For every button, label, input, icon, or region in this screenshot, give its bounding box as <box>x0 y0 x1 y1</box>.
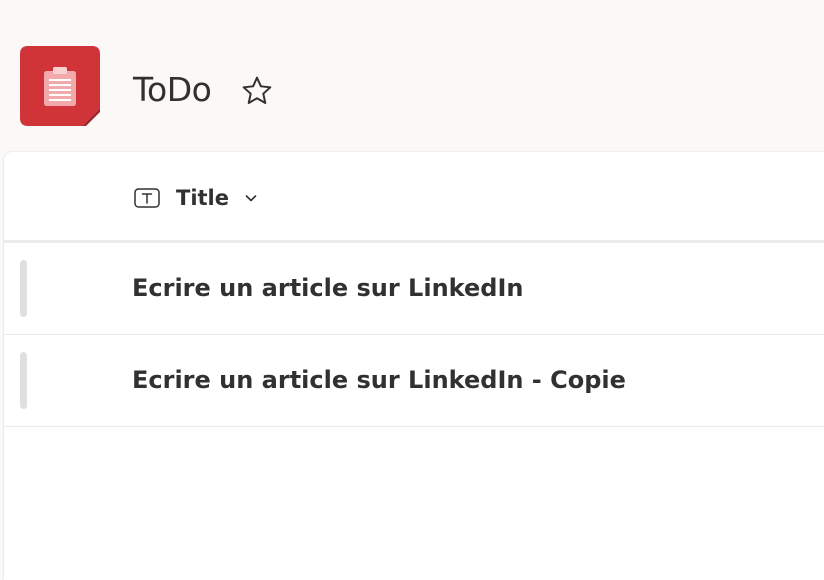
text-type-icon <box>134 188 160 208</box>
row-selection-handle[interactable] <box>20 352 27 409</box>
favorite-button[interactable] <box>238 72 276 110</box>
list-row[interactable]: Ecrire un article sur LinkedIn - Copie <box>4 335 824 427</box>
clipboard-list-icon <box>20 46 100 126</box>
row-title[interactable]: Ecrire un article sur LinkedIn <box>132 271 523 305</box>
column-header-label: Title <box>176 186 230 210</box>
star-outline-icon <box>242 76 272 104</box>
row-title[interactable]: Ecrire un article sur LinkedIn - Copie <box>132 363 626 397</box>
page-title: ToDo <box>133 70 212 109</box>
row-selection-handle[interactable] <box>20 260 27 317</box>
column-header-row: Title <box>4 152 824 243</box>
page-header: ToDo <box>0 0 824 152</box>
list-view: Title Ecrire un article sur LinkedIn Ecr… <box>4 152 824 580</box>
chevron-down-icon <box>245 195 257 202</box>
column-header-title[interactable]: Title <box>134 180 259 216</box>
list-row[interactable]: Ecrire un article sur LinkedIn <box>4 243 824 335</box>
